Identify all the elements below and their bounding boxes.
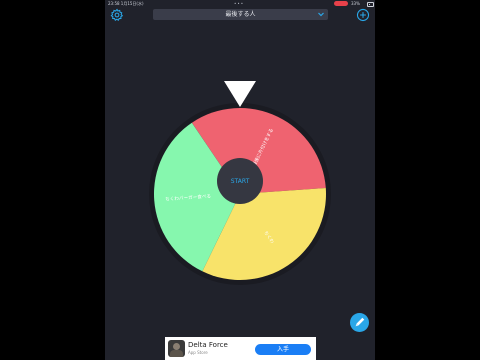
pencil-icon[interactable] bbox=[350, 313, 369, 332]
app-screen: 23:58 1月15日(水) ••• 33% 最後する人 最後に片付けをする ちく… bbox=[105, 0, 375, 360]
ad-banner[interactable]: Delta Force App Store 入手 bbox=[165, 337, 316, 360]
wheel-pointer bbox=[224, 81, 256, 107]
ad-app-name: Delta Force bbox=[188, 341, 228, 349]
app-icon bbox=[168, 340, 185, 357]
start-label: START bbox=[231, 178, 250, 185]
get-button[interactable]: 入手 bbox=[255, 344, 311, 355]
roulette-wheel[interactable]: 最後に片付けをするちくわちくわバーガー食べる START bbox=[105, 0, 375, 360]
ad-store-label: App Store bbox=[188, 350, 208, 355]
